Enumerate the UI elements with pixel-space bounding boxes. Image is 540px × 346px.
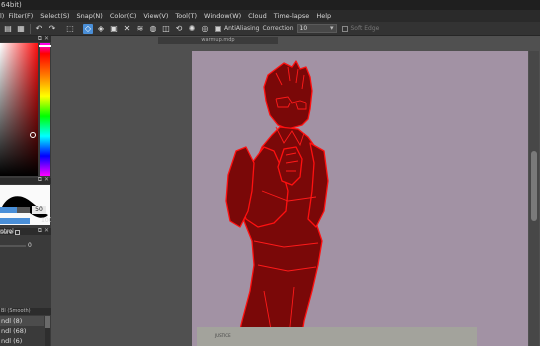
toolbar: ▤ ▦ ↶ ↷ ⬚ ◇ ◈ ▣ ✕ ≋ ◍ ◫ ⟲ ✺ ◎ AntiAliasi…	[0, 22, 540, 36]
brush-panel-header: ⧉ ✕	[0, 177, 51, 184]
menu-item-layer[interactable]: l)	[0, 12, 4, 20]
brush-list-scrollbar[interactable]	[45, 316, 50, 346]
left-panel: ⧉ ✕ ⧉ ✕ ntrol ⧉ ✕ 50 100 %	[0, 35, 60, 346]
canvas-scroll-thumb[interactable]	[531, 151, 537, 221]
grid-icon[interactable]: ▦	[16, 24, 26, 34]
figure-drawing	[225, 60, 329, 346]
toolbar-divider	[30, 23, 31, 34]
position-slider[interactable]	[0, 245, 26, 247]
menu-item-color[interactable]: Color(C)	[110, 12, 137, 20]
hue-slider[interactable]	[40, 43, 50, 176]
select-icon[interactable]: ⬚	[65, 24, 75, 34]
opacity-slider[interactable]	[0, 218, 30, 224]
pressure-checkbox[interactable]	[15, 230, 20, 235]
fill-tool-icon[interactable]: ▣	[109, 24, 119, 34]
pressure-row: sure	[0, 229, 51, 237]
antialiasing-checkbox[interactable]	[215, 25, 221, 32]
soft-edge-label: Soft Edge	[350, 25, 380, 32]
panel-detach-icon[interactable]: ⧉ ✕	[38, 35, 49, 43]
size-row: 50	[0, 206, 51, 214]
redo-icon[interactable]: ↷	[47, 24, 57, 34]
menu-bar: l) Filter(F) Select(S) Snap(N) Color(C) …	[0, 10, 540, 22]
size-slider[interactable]	[0, 207, 30, 213]
pen-tool-icon[interactable]: ◇	[83, 23, 93, 34]
brush-list-item[interactable]: ndl (68)	[0, 326, 44, 336]
canvas-vertical-scrollbar[interactable]	[529, 51, 539, 346]
document-tab[interactable]: warmup.mdp	[158, 37, 278, 44]
rotate-icon[interactable]: ⟲	[174, 24, 184, 34]
menu-item-help[interactable]: Help	[316, 12, 331, 20]
brush-list-header: Bl (Smooth)	[0, 308, 51, 315]
drawing-canvas[interactable]: JUSTICE	[192, 51, 528, 346]
soft-edge-checkbox[interactable]	[341, 25, 348, 32]
brush-tool-icon[interactable]: ◈	[96, 24, 106, 34]
opacity-slider-fill	[0, 218, 30, 224]
brush-list-item[interactable]: ndl (8)	[0, 316, 44, 326]
size-value-field[interactable]: 50	[32, 206, 46, 214]
brush-list-scroll-thumb[interactable]	[45, 316, 50, 328]
perspective-icon[interactable]: ◫	[161, 24, 171, 34]
correction-label: Correction	[262, 25, 294, 32]
color-panel-header: ⧉ ✕	[0, 35, 51, 43]
canvas-workspace[interactable]: warmup.mdp JUSTICE	[51, 36, 540, 346]
undo-icon[interactable]: ↶	[34, 24, 44, 34]
menu-item-timelapse[interactable]: Time-lapse	[274, 12, 310, 20]
menu-item-select[interactable]: Select(S)	[40, 12, 69, 20]
circle-pattern-icon[interactable]: ◍	[148, 24, 158, 34]
antialiasing-label: AntiAliasing	[224, 25, 260, 32]
symmetry-icon[interactable]: ✕	[122, 24, 132, 34]
pressure-label: sure	[0, 229, 13, 236]
menu-item-snap[interactable]: Snap(N)	[77, 12, 103, 20]
correction-select[interactable]: 10	[296, 24, 337, 33]
stabilizer-icon[interactable]: ✺	[187, 24, 197, 34]
panel-detach-icon[interactable]: ⧉ ✕	[38, 177, 49, 183]
hue-slider-handle[interactable]	[39, 45, 51, 47]
position-value: 0	[28, 242, 32, 249]
saturation-value-picker[interactable]	[0, 43, 38, 176]
brush-list-item[interactable]: ndl (6)	[0, 336, 44, 346]
size-slider-fill	[0, 207, 18, 213]
menu-item-tool[interactable]: Tool(T)	[175, 12, 197, 20]
menu-item-cloud[interactable]: Cloud	[248, 12, 267, 20]
color-picker-cursor[interactable]	[30, 132, 36, 138]
layout-icon[interactable]: ▤	[3, 24, 13, 34]
position-row: 0	[0, 242, 51, 250]
window-title: 64bit)	[1, 1, 22, 9]
opacity-row: 100 %	[0, 217, 60, 225]
menu-item-window[interactable]: Window(W)	[204, 12, 241, 20]
reference-paper: JUSTICE	[197, 327, 477, 346]
brush-list-title: Bl (Smooth)	[1, 308, 31, 314]
menu-item-filter[interactable]: Filter(F)	[8, 12, 33, 20]
snap-icon[interactable]: ◎	[200, 24, 210, 34]
figure-head	[263, 60, 313, 130]
paper-text: JUSTICE	[215, 333, 231, 338]
title-bar: 64bit)	[0, 0, 540, 10]
pattern-icon[interactable]: ≋	[135, 24, 145, 34]
app-window: 64bit) l) Filter(F) Select(S) Snap(N) Co…	[0, 0, 540, 346]
menu-item-view[interactable]: View(V)	[143, 12, 168, 20]
